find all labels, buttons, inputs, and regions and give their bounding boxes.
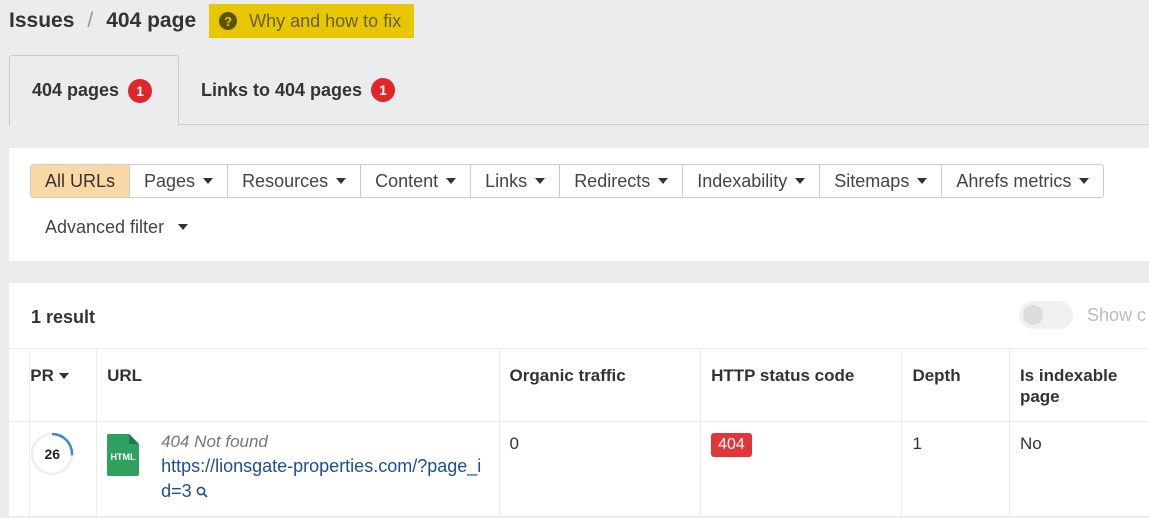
filter-label: All URLs — [45, 171, 115, 192]
is-indexable-cell: No — [1009, 422, 1149, 518]
filter-all-urls[interactable]: All URLs — [31, 165, 129, 197]
http-status-badge: 404 — [711, 433, 752, 457]
caret-down-icon — [336, 178, 346, 184]
breadcrumb-separator: / — [87, 9, 93, 33]
depth-cell: 1 — [902, 422, 1010, 518]
column-label: Organic traffic — [510, 366, 626, 385]
caret-down-icon — [917, 178, 927, 184]
gutter-header — [9, 349, 30, 422]
filter-label: Redirects — [574, 171, 650, 192]
show-changes-toggle-wrap: Show c — [1019, 301, 1146, 329]
column-label: URL — [107, 366, 142, 385]
results-panel: 1 result Show c PR URL Organic traffic H… — [9, 283, 1149, 516]
column-label: Is indexable page — [1020, 366, 1117, 406]
url-link[interactable]: https://lionsgate-properties.com/?page_i… — [161, 456, 481, 501]
filter-label: Pages — [144, 171, 195, 192]
filter-links[interactable]: Links — [470, 165, 559, 197]
fix-button-label: Why and how to fix — [249, 11, 401, 32]
sort-desc-icon — [59, 373, 69, 379]
filter-label: Links — [485, 171, 527, 192]
filter-redirects[interactable]: Redirects — [559, 165, 682, 197]
count-badge: 1 — [128, 79, 152, 103]
caret-down-icon — [1079, 178, 1089, 184]
caret-down-icon — [535, 178, 545, 184]
issue-tabs: 404 pages 1 Links to 404 pages 1 — [9, 55, 1149, 125]
pr-cell: 26 — [30, 422, 97, 518]
caret-down-icon — [658, 178, 668, 184]
column-header-url[interactable]: URL — [97, 349, 499, 422]
caret-down-icon — [203, 178, 213, 184]
filter-resources[interactable]: Resources — [227, 165, 360, 197]
tab-links-to-404-pages[interactable]: Links to 404 pages 1 — [179, 55, 417, 125]
show-changes-toggle[interactable] — [1019, 301, 1073, 329]
filter-indexability[interactable]: Indexability — [682, 165, 819, 197]
tab-label: Links to 404 pages — [201, 80, 362, 101]
search-icon[interactable] — [196, 481, 208, 505]
http-status-cell: 404 — [701, 422, 902, 518]
caret-down-icon — [446, 178, 456, 184]
column-header-pr[interactable]: PR — [30, 349, 97, 422]
advanced-filter-label: Advanced filter — [45, 217, 164, 238]
url-status-text: 404 Not found — [161, 430, 488, 454]
filter-pages[interactable]: Pages — [129, 165, 227, 197]
organic-traffic-cell: 0 — [499, 422, 701, 518]
result-count: 1 result — [31, 307, 95, 328]
filter-sitemaps[interactable]: Sitemaps — [819, 165, 941, 197]
table-header-row: PR URL Organic traffic HTTP status code … — [9, 349, 1149, 422]
column-header-depth[interactable]: Depth — [902, 349, 1010, 422]
count-badge: 1 — [371, 78, 395, 102]
url-cell: HTML 404 Not found https://lionsgate-pro… — [97, 422, 499, 518]
page-header: Issues / 404 page ? Why and how to fix — [9, 4, 414, 38]
column-label: HTTP status code — [711, 366, 854, 385]
column-label: PR — [30, 365, 54, 386]
caret-down-icon — [795, 178, 805, 184]
pr-value: 26 — [30, 432, 74, 476]
filter-label: Ahrefs metrics — [956, 171, 1071, 192]
tab-404-pages[interactable]: 404 pages 1 — [9, 55, 179, 126]
filter-label: Resources — [242, 171, 328, 192]
advanced-filter-dropdown[interactable]: Advanced filter — [45, 216, 188, 238]
column-label: Depth — [912, 366, 960, 385]
column-header-http-status-code[interactable]: HTTP status code — [701, 349, 902, 422]
caret-down-icon — [178, 224, 188, 230]
why-and-how-to-fix-button[interactable]: ? Why and how to fix — [209, 4, 414, 38]
breadcrumb-issues[interactable]: Issues — [9, 9, 74, 33]
filter-label: Sitemaps — [834, 171, 909, 192]
pr-score-ring: 26 — [30, 432, 74, 476]
filter-content[interactable]: Content — [360, 165, 470, 197]
question-circle-icon: ? — [219, 12, 237, 30]
column-header-is-indexable[interactable]: Is indexable page — [1009, 349, 1149, 422]
html-file-icon: HTML — [107, 434, 139, 476]
filter-label: Content — [375, 171, 438, 192]
filters-panel: All URLs Pages Resources Content Links R… — [9, 148, 1149, 261]
gutter-cell — [9, 422, 30, 518]
page-title: 404 page — [106, 9, 196, 33]
table-row: 26 HTML 404 Not found — [9, 422, 1149, 518]
results-table: PR URL Organic traffic HTTP status code … — [9, 348, 1149, 518]
toggle-knob — [1023, 305, 1043, 325]
column-header-organic-traffic[interactable]: Organic traffic — [499, 349, 701, 422]
file-type-label: HTML — [111, 452, 136, 462]
url-type-filter: All URLs Pages Resources Content Links R… — [30, 164, 1104, 198]
filter-label: Indexability — [697, 171, 787, 192]
filter-ahrefs-metrics[interactable]: Ahrefs metrics — [941, 165, 1103, 197]
tab-label: 404 pages — [32, 80, 119, 101]
toggle-label: Show c — [1087, 305, 1146, 326]
